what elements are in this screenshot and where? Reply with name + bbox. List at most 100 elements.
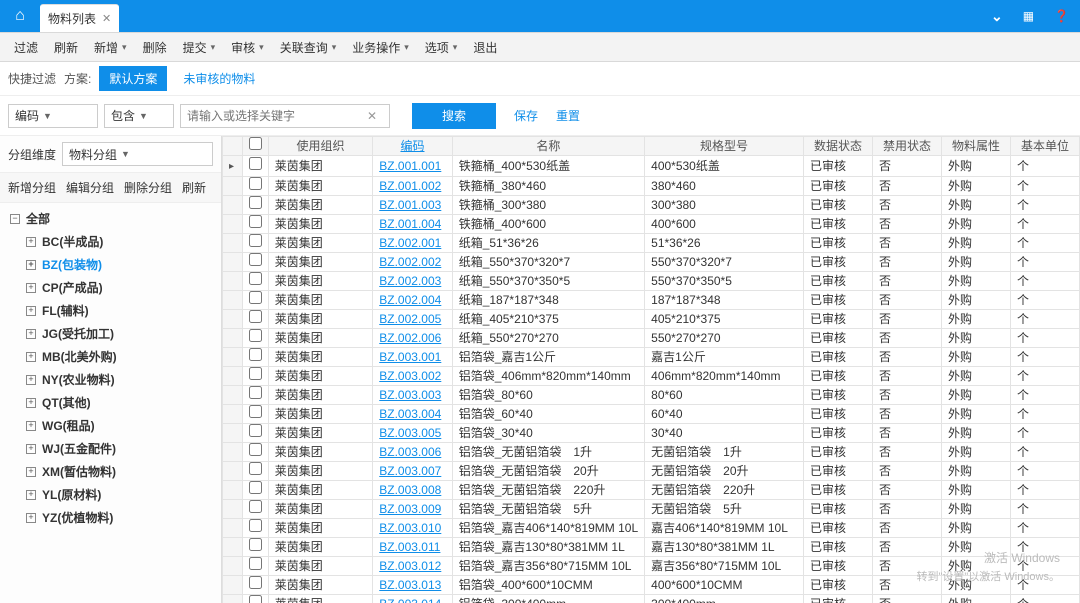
code-link[interactable]: BZ.003.009 bbox=[379, 502, 441, 516]
tb-submit[interactable]: 提交 bbox=[177, 35, 222, 60]
code-link[interactable]: BZ.003.010 bbox=[379, 521, 441, 535]
row-checkbox[interactable] bbox=[249, 405, 262, 418]
table-row[interactable]: 莱茵集团BZ.001.001铁箍桶_400*530纸盖400*530纸盖已审核否… bbox=[223, 156, 1080, 177]
code-link[interactable]: BZ.003.001 bbox=[379, 350, 441, 364]
group-refresh[interactable]: 刷新 bbox=[182, 179, 206, 196]
row-checkbox-cell[interactable] bbox=[242, 519, 268, 538]
tb-refresh[interactable]: 刷新 bbox=[48, 35, 84, 60]
save-link[interactable]: 保存 bbox=[514, 107, 538, 124]
table-row[interactable]: 莱茵集团BZ.003.012铝箔袋_嘉吉356*80*715MM 10L嘉吉35… bbox=[223, 557, 1080, 576]
row-checkbox-cell[interactable] bbox=[242, 424, 268, 443]
code-link[interactable]: BZ.003.012 bbox=[379, 559, 441, 573]
table-row[interactable]: 莱茵集团BZ.003.002铝箔袋_406mm*820mm*140mm406mm… bbox=[223, 367, 1080, 386]
reset-link[interactable]: 重置 bbox=[556, 107, 580, 124]
code-link[interactable]: BZ.002.006 bbox=[379, 331, 441, 345]
col-baseunit[interactable]: 基本单位 bbox=[1010, 137, 1079, 156]
row-checkbox[interactable] bbox=[249, 234, 262, 247]
row-checkbox[interactable] bbox=[249, 443, 262, 456]
group-dim-select[interactable]: 物料分组▼ bbox=[62, 142, 213, 166]
code-link[interactable]: BZ.002.001 bbox=[379, 236, 441, 250]
code-link[interactable]: BZ.002.003 bbox=[379, 274, 441, 288]
row-checkbox[interactable] bbox=[249, 157, 262, 170]
table-row[interactable]: 莱茵集团BZ.003.011铝箔袋_嘉吉130*80*381MM 1L嘉吉130… bbox=[223, 538, 1080, 557]
expand-icon[interactable]: + bbox=[26, 467, 36, 477]
table-row[interactable]: 莱茵集团BZ.003.013铝箔袋_400*600*10CMM400*600*1… bbox=[223, 576, 1080, 595]
row-checkbox[interactable] bbox=[249, 386, 262, 399]
tree-node[interactable]: +MB(北美外购) bbox=[0, 345, 221, 368]
tb-related[interactable]: 关联查询 bbox=[274, 35, 343, 60]
row-checkbox-cell[interactable] bbox=[242, 386, 268, 405]
code-link[interactable]: BZ.003.005 bbox=[379, 426, 441, 440]
row-checkbox-cell[interactable] bbox=[242, 405, 268, 424]
row-checkbox-cell[interactable] bbox=[242, 500, 268, 519]
table-row[interactable]: 莱茵集团BZ.003.007铝箔袋_无菌铝箔袋 20升无菌铝箔袋 20升已审核否… bbox=[223, 462, 1080, 481]
expand-icon[interactable]: + bbox=[26, 490, 36, 500]
tb-option[interactable]: 选项 bbox=[419, 35, 464, 60]
tb-delete[interactable]: 删除 bbox=[137, 35, 173, 60]
collapse-icon[interactable]: − bbox=[10, 214, 20, 224]
row-checkbox-cell[interactable] bbox=[242, 348, 268, 367]
row-checkbox[interactable] bbox=[249, 595, 262, 603]
code-link[interactable]: BZ.003.003 bbox=[379, 388, 441, 402]
row-checkbox[interactable] bbox=[249, 500, 262, 513]
tree-node[interactable]: +BC(半成品) bbox=[0, 230, 221, 253]
table-row[interactable]: 莱茵集团BZ.003.006铝箔袋_无菌铝箔袋 1升无菌铝箔袋 1升已审核否外购… bbox=[223, 443, 1080, 462]
group-del[interactable]: 删除分组 bbox=[124, 179, 172, 196]
code-link[interactable]: BZ.001.001 bbox=[379, 159, 441, 173]
row-checkbox-cell[interactable] bbox=[242, 538, 268, 557]
tab-material-list[interactable]: 物料列表 ✕ bbox=[40, 4, 119, 32]
grid-wrap[interactable]: 使用组织 编码 名称 规格型号 数据状态 禁用状态 物料属性 基本单位 莱茵集团… bbox=[222, 136, 1080, 603]
table-row[interactable]: 莱茵集团BZ.003.014铝箔袋_300*400mm300*400mm已审核否… bbox=[223, 595, 1080, 603]
expand-icon[interactable]: + bbox=[26, 283, 36, 293]
tree-node[interactable]: +BZ(包装物) bbox=[0, 253, 221, 276]
tb-filter[interactable]: 过滤 bbox=[8, 35, 44, 60]
tree-node[interactable]: +XM(暂估物料) bbox=[0, 460, 221, 483]
tree-node[interactable]: +NY(农业物料) bbox=[0, 368, 221, 391]
row-checkbox-cell[interactable] bbox=[242, 272, 268, 291]
expand-icon[interactable]: + bbox=[26, 260, 36, 270]
row-checkbox[interactable] bbox=[249, 424, 262, 437]
row-checkbox[interactable] bbox=[249, 576, 262, 589]
row-checkbox[interactable] bbox=[249, 196, 262, 209]
code-link[interactable]: BZ.001.004 bbox=[379, 217, 441, 231]
col-spec[interactable]: 规格型号 bbox=[645, 137, 804, 156]
row-checkbox[interactable] bbox=[249, 177, 262, 190]
clear-icon[interactable]: ✕ bbox=[361, 109, 383, 123]
col-datastate[interactable]: 数据状态 bbox=[803, 137, 872, 156]
code-link[interactable]: BZ.002.005 bbox=[379, 312, 441, 326]
code-link[interactable]: BZ.003.004 bbox=[379, 407, 441, 421]
scheme-default-button[interactable]: 默认方案 bbox=[99, 66, 167, 91]
row-checkbox-cell[interactable] bbox=[242, 291, 268, 310]
row-checkbox-cell[interactable] bbox=[242, 576, 268, 595]
row-checkbox[interactable] bbox=[249, 272, 262, 285]
row-checkbox-cell[interactable] bbox=[242, 215, 268, 234]
home-tab[interactable] bbox=[0, 0, 40, 32]
select-all-checkbox[interactable] bbox=[249, 137, 262, 150]
table-row[interactable]: 莱茵集团BZ.002.002纸箱_550*370*320*7550*370*32… bbox=[223, 253, 1080, 272]
group-add[interactable]: 新增分组 bbox=[8, 179, 56, 196]
code-link[interactable]: BZ.003.014 bbox=[379, 597, 441, 603]
row-checkbox[interactable] bbox=[249, 519, 262, 532]
code-link[interactable]: BZ.003.002 bbox=[379, 369, 441, 383]
expand-icon[interactable] bbox=[986, 5, 1008, 28]
code-link[interactable]: BZ.003.011 bbox=[379, 540, 440, 554]
row-checkbox-cell[interactable] bbox=[242, 196, 268, 215]
table-row[interactable]: 莱茵集团BZ.003.004铝箔袋_60*4060*40已审核否外购个 bbox=[223, 405, 1080, 424]
table-row[interactable]: 莱茵集团BZ.003.009铝箔袋_无菌铝箔袋 5升无菌铝箔袋 5升已审核否外购… bbox=[223, 500, 1080, 519]
table-row[interactable]: 莱茵集团BZ.002.003纸箱_550*370*350*5550*370*35… bbox=[223, 272, 1080, 291]
expand-icon[interactable]: + bbox=[26, 421, 36, 431]
expand-icon[interactable]: + bbox=[26, 352, 36, 362]
col-matattr[interactable]: 物料属性 bbox=[941, 137, 1010, 156]
row-checkbox[interactable] bbox=[249, 310, 262, 323]
code-link[interactable]: BZ.002.002 bbox=[379, 255, 441, 269]
row-checkbox-cell[interactable] bbox=[242, 177, 268, 196]
col-forbidstate[interactable]: 禁用状态 bbox=[872, 137, 941, 156]
tree-node[interactable]: +WG(租品) bbox=[0, 414, 221, 437]
row-checkbox-cell[interactable] bbox=[242, 310, 268, 329]
tree-node[interactable]: +JG(受托加工) bbox=[0, 322, 221, 345]
tree-node[interactable]: +WJ(五金配件) bbox=[0, 437, 221, 460]
expand-icon[interactable]: + bbox=[26, 237, 36, 247]
row-checkbox[interactable] bbox=[249, 329, 262, 342]
row-checkbox-cell[interactable] bbox=[242, 367, 268, 386]
tb-add[interactable]: 新增 bbox=[88, 35, 133, 60]
